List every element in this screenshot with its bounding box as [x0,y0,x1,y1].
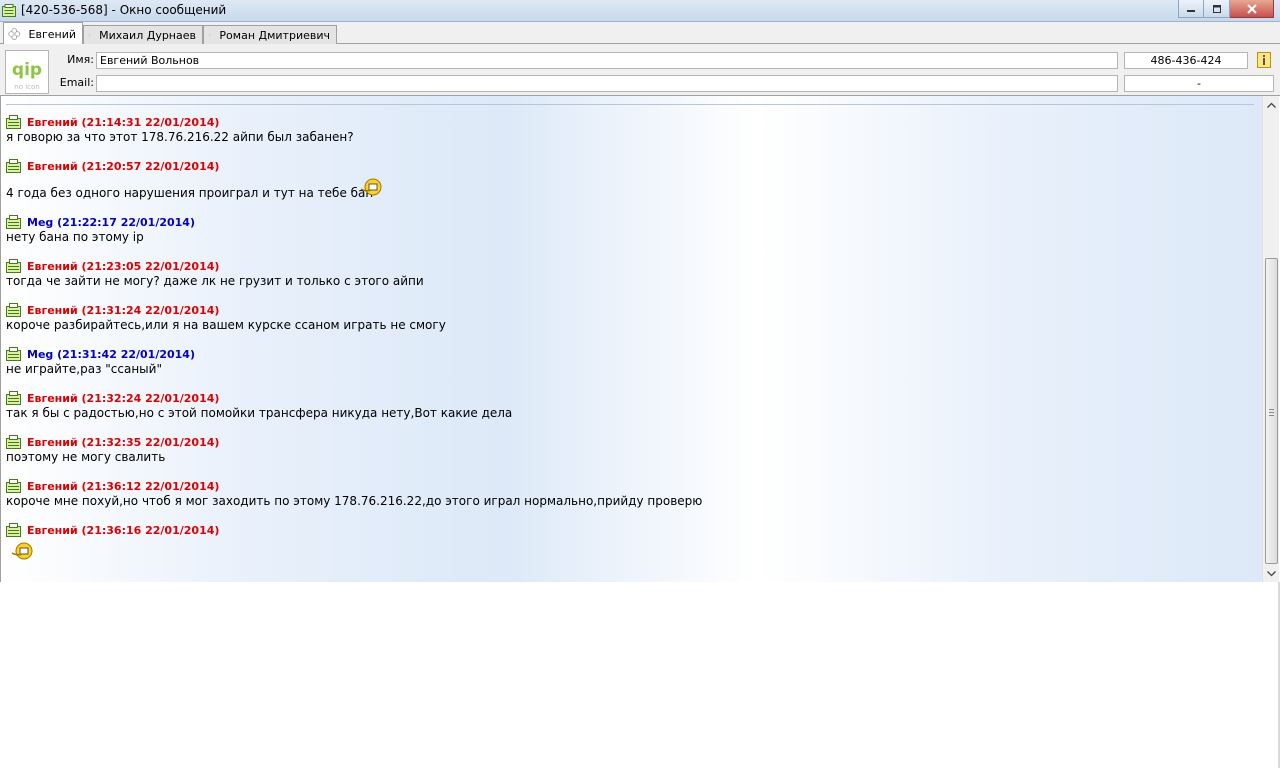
qip-logo: qip no icon [5,50,49,94]
maximize-icon [1212,4,1221,13]
title-bar[interactable]: [420-536-568] - Окно сообщений [0,0,1280,22]
contact-info-icon[interactable] [1256,52,1272,68]
flower-status-icon [8,28,21,40]
message-text: 4 года без одного нарушения проиграл и т… [6,186,374,200]
chat-scrollbar[interactable] [1262,96,1279,582]
message-text: короче мне похуй,но чтоб я мог заходить … [6,494,703,508]
flower-status-icon [208,33,212,37]
tab-roman[interactable]: Роман Дмитриевич [203,25,337,44]
message-header: Meg (21:22:17 22/01/2014) [27,216,195,229]
tab-label: Евгений [28,27,76,41]
tab-evgeniy[interactable]: Евгений [3,22,83,45]
message-text: тогда че зайти не могу? даже лк не грузи… [6,274,424,288]
message-item: Евгений (21:36:12 22/01/2014) короче мне… [6,477,702,508]
smiley-icon [360,178,382,196]
message-header: Meg (21:31:42 22/01/2014) [27,348,195,361]
message-text: нету бана по этому ip [6,230,144,244]
scroll-thumb[interactable] [1265,258,1278,564]
message-item: Евгений (21:14:31 22/01/2014) я говорю з… [6,113,354,144]
message-header: Евгений (21:36:16 22/01/2014) [27,524,220,537]
message-icon [6,115,21,129]
message-header: Евгений (21:36:12 22/01/2014) [27,480,220,493]
message-header: Евгений (21:32:35 22/01/2014) [27,436,220,449]
message-icon [6,479,21,493]
uin-field[interactable]: 486-436-424 [1124,52,1248,69]
message-text: короче разбирайтесь,или я на вашем курск… [6,318,446,332]
message-icon [6,215,21,229]
message-header: Евгений (21:20:57 22/01/2014) [27,160,220,173]
window-title: [420-536-568] - Окно сообщений [21,3,227,17]
contact-tabs: Евгений Михаил Дурнаев Роман Дмитриевич [0,22,1280,45]
minimize-icon [1187,9,1195,12]
maximize-button[interactable] [1204,0,1230,18]
message-icon [6,435,21,449]
message-text: так я бы с радостью,но с этой помойки тр… [6,406,513,420]
message-text: поэтому не могу свалить [6,450,166,464]
minimize-button[interactable] [1178,0,1204,18]
message-item: Евгений (21:36:16 22/01/2014) [6,521,219,537]
message-icon [6,347,21,361]
message-header: Евгений (21:31:24 22/01/2014) [27,304,220,317]
email-field[interactable] [96,75,1118,92]
tab-label: Михаил Дурнаев [99,28,196,42]
name-field[interactable]: Евгений Вольнов [96,52,1118,69]
contact-info-panel: qip no icon Имя: Евгений Вольнов Email: … [0,44,1280,96]
chat-divider [6,104,1254,105]
close-icon [1246,3,1257,14]
name-label: Имя: [67,53,94,66]
logo-subtext: no icon [14,83,39,91]
smiley-icon [11,542,33,560]
message-text: я говорю за что этот 178.76.216.22 айпи … [6,130,354,144]
message-item: Евгений (21:23:05 22/01/2014) тогда че з… [6,257,424,288]
message-icon [6,391,21,405]
qip-logo-icon: qip no icon [12,60,42,91]
message-header: Евгений (21:32:24 22/01/2014) [27,392,220,405]
message-icon [6,523,21,537]
message-icon [6,259,21,273]
message-item: Евгений (21:31:24 22/01/2014) короче раз… [6,301,446,332]
tab-mikhail[interactable]: Михаил Дурнаев [83,25,203,44]
scroll-up-button[interactable] [1263,96,1280,113]
message-header: Евгений (21:14:31 22/01/2014) [27,116,220,129]
message-icon [6,303,21,317]
message-item: Meg (21:22:17 22/01/2014) нету бана по э… [6,213,195,244]
message-item: Евгений (21:32:35 22/01/2014) поэтому не… [6,433,219,464]
message-text: не играйте,раз "ссаный" [6,362,162,376]
chevron-down-icon [1267,570,1276,576]
extra-field[interactable]: - [1124,75,1274,92]
tab-label: Роман Дмитриевич [219,28,330,42]
message-item: Евгений (21:32:24 22/01/2014) так я бы с… [6,389,512,420]
message-icon [6,159,21,173]
grip-icon [1269,409,1274,418]
close-button[interactable] [1230,0,1274,18]
flower-status-icon [88,33,92,37]
logo-text: qip [12,60,42,80]
scroll-down-button[interactable] [1263,565,1280,582]
chat-history[interactable]: Евгений (21:14:31 22/01/2014) я говорю з… [0,96,1262,582]
message-window-icon [2,4,16,17]
message-header: Евгений (21:23:05 22/01/2014) [27,260,220,273]
email-label: Email: [59,76,94,89]
message-item: Евгений (21:20:57 22/01/2014) 4 года без… [6,157,373,200]
message-item: Meg (21:31:42 22/01/2014) не играйте,раз… [6,345,195,376]
chevron-up-icon [1267,102,1276,108]
